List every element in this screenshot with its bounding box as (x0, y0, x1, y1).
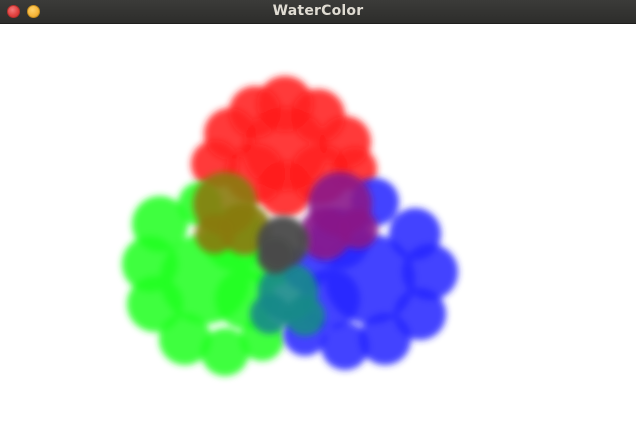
app-window: WaterColor (0, 0, 636, 422)
watercolor-drawing (122, 76, 458, 376)
paint-canvas[interactable] (0, 24, 636, 422)
window-title: WaterColor (272, 3, 364, 19)
title-bar[interactable]: WaterColor (0, 0, 636, 24)
